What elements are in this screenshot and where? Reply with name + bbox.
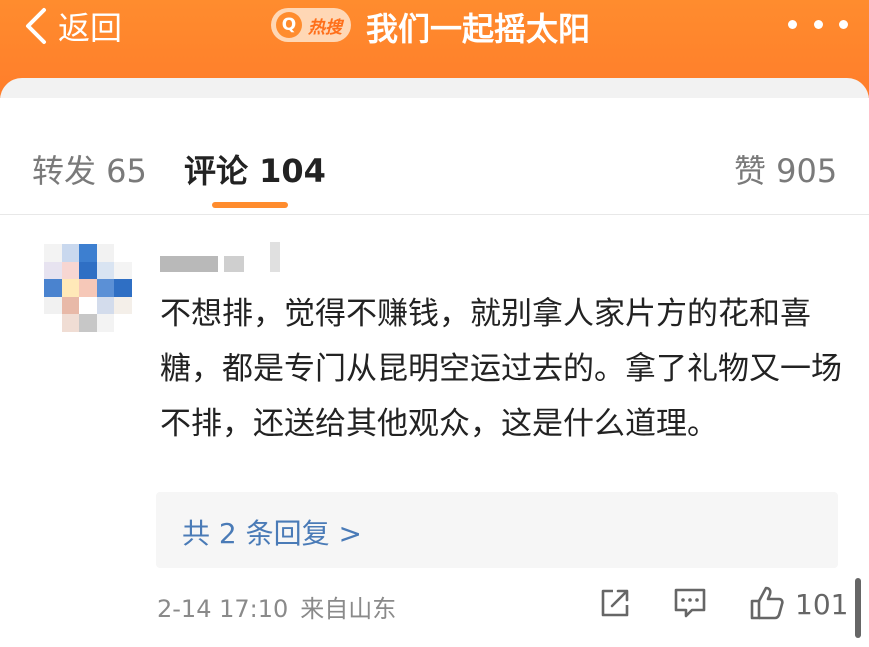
tab-bar: 转发 65 评论 104 赞 905 xyxy=(0,128,869,214)
username-redacted[interactable] xyxy=(160,242,284,274)
more-menu-icon[interactable] xyxy=(788,16,848,32)
header-card-edge xyxy=(0,78,869,128)
hot-search-label: 热搜 xyxy=(308,17,342,38)
share-icon xyxy=(601,589,629,617)
scrollbar[interactable] xyxy=(855,578,861,638)
comment-icon xyxy=(674,588,706,618)
search-q-icon: Q xyxy=(276,12,302,38)
back-label: 返回 xyxy=(58,9,123,47)
tab-comments[interactable]: 评论 104 xyxy=(184,146,326,192)
like-button[interactable] xyxy=(748,584,786,622)
replies-link[interactable]: 共 2 条回复 > xyxy=(156,492,838,568)
comment-meta: 2-14 17:10 来自山东 xyxy=(157,589,396,624)
tab-likes[interactable]: 赞 905 xyxy=(734,146,837,192)
comment-location: 来自山东 xyxy=(300,595,397,623)
header-bar: 返回 Q 热搜 我们一起摇太阳 xyxy=(0,0,869,128)
like-icon xyxy=(750,586,784,620)
share-button[interactable] xyxy=(598,586,632,620)
hot-search-badge[interactable]: Q 热搜 xyxy=(271,8,351,42)
page-title: 我们一起摇太阳 xyxy=(366,10,591,48)
like-count: 101 xyxy=(795,588,849,621)
back-button[interactable]: 返回 xyxy=(22,6,123,47)
chevron-left-icon xyxy=(26,8,46,44)
replies-label: 共 2 条回复 > xyxy=(182,517,362,550)
comment-button[interactable] xyxy=(672,586,708,620)
comment-date: 2-14 17:10 xyxy=(157,595,289,623)
comment-text: 不想排，觉得不赚钱，就别拿人家片方的花和喜糖，都是专门从昆明空运过去的。拿了礼物… xyxy=(160,296,842,442)
divider xyxy=(0,214,869,215)
tab-reposts[interactable]: 转发 65 xyxy=(32,146,147,192)
active-tab-indicator xyxy=(212,202,288,208)
avatar[interactable] xyxy=(44,244,132,332)
